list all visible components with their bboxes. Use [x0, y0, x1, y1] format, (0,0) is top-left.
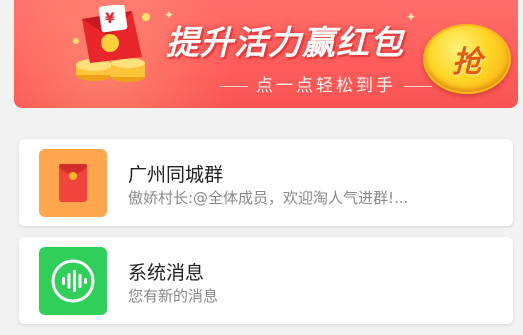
chat-last-message: 您有新的消息: [128, 287, 219, 305]
grab-button-label: 抢: [452, 45, 482, 80]
group-avatar: [39, 149, 107, 217]
chat-list-item[interactable]: 广州同城群 傲娇村长:@全体成员，欢迎淘人气进群!...: [19, 139, 513, 226]
yuan-symbol: ¥: [105, 11, 115, 27]
system-avatar: [39, 247, 107, 315]
banner-subtitle: 点一点轻松到手: [212, 71, 440, 96]
red-envelope-icon: [59, 164, 87, 202]
chat-name: 广州同城群: [128, 164, 224, 186]
subtitle-right-dash: [404, 85, 432, 87]
chat-last-message: 傲娇村长:@全体成员，欢迎淘人气进群!...: [128, 189, 409, 207]
sparkle-icon: ✦: [406, 10, 417, 24]
chat-list-item[interactable]: 系统消息 您有新的消息: [19, 237, 513, 324]
banner-title: 提升活力赢红包: [166, 23, 404, 62]
chat-name: 系统消息: [128, 262, 205, 284]
promo-banner[interactable]: ¥ 提升活力赢红包 点一点轻松到手 ✦ ✦ 抢: [14, 0, 518, 108]
sparkle-icon: ✦: [164, 8, 175, 22]
banner-subtitle-text: 点一点轻松到手: [256, 76, 396, 96]
grab-button[interactable]: 抢: [423, 24, 511, 94]
voice-wave-icon: [51, 259, 95, 303]
subtitle-left-dash: [220, 85, 248, 87]
